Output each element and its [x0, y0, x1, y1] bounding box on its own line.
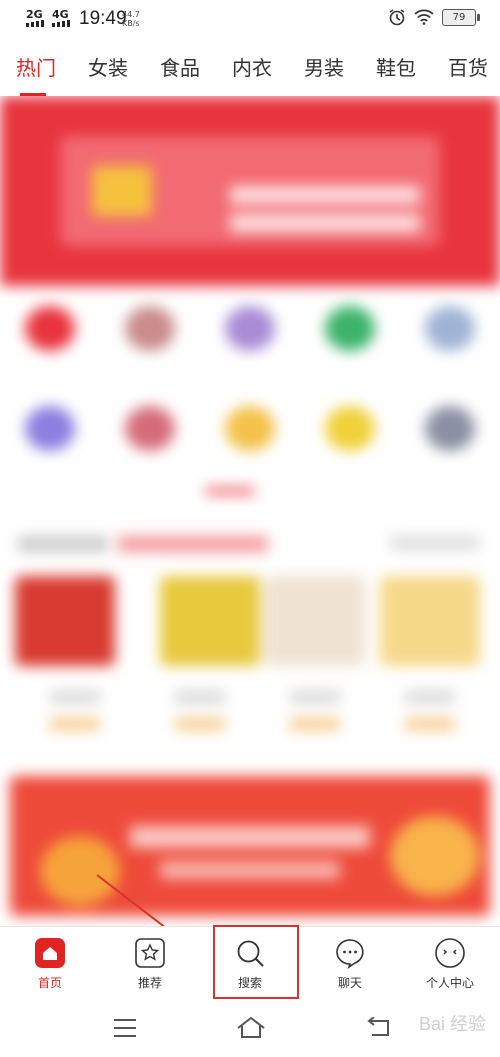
home-nav-icon[interactable]: [236, 1016, 266, 1038]
chat-bubble-icon: [334, 937, 366, 969]
tab-hot[interactable]: 热门: [0, 48, 72, 96]
menu-icon[interactable]: [113, 1018, 137, 1038]
wifi-icon: [414, 9, 434, 25]
status-bar: 2G 4G 19:49 44.7 KB/s 79: [0, 0, 500, 40]
battery-icon: 79: [442, 8, 480, 26]
tab-bags[interactable]: 鞋包: [360, 48, 432, 96]
nav-profile[interactable]: 个人中心: [410, 937, 490, 991]
network-speed: 44.7 KB/s: [122, 10, 140, 28]
nav-home[interactable]: 首页: [10, 937, 90, 991]
nav-profile-label: 个人中心: [425, 976, 474, 990]
profile-icon: [434, 937, 466, 969]
tab-women[interactable]: 女装: [72, 48, 144, 96]
watermark: Bai 经验: [418, 1014, 486, 1034]
signal-icon: [26, 20, 44, 27]
annotation-highlight-box: [213, 925, 299, 999]
network-speed-value: 44.7: [122, 10, 140, 19]
nav-chat[interactable]: 聊天: [310, 937, 390, 991]
category-icon-grid: [0, 296, 500, 496]
tab-food[interactable]: 食品: [144, 48, 216, 96]
tab-men[interactable]: 男装: [288, 48, 360, 96]
promo-banner-bottom[interactable]: [10, 776, 490, 916]
alarm-icon: [389, 9, 405, 26]
category-tabs: 热门 女装 食品 内衣 男装 鞋包 百货: [0, 48, 500, 96]
back-icon[interactable]: [366, 1017, 392, 1037]
promo-banner[interactable]: [0, 96, 500, 286]
system-icons: 79: [388, 8, 480, 26]
nav-recommend-label: 推荐: [137, 976, 162, 990]
clock: 19:49: [79, 8, 127, 29]
signal-icon: [52, 20, 70, 27]
nav-recommend[interactable]: 推荐: [110, 937, 190, 991]
blurred-feed: [0, 96, 500, 926]
home-icon: [34, 937, 66, 969]
nav-chat-label: 聊天: [337, 976, 362, 990]
star-icon: [134, 937, 166, 969]
nav-home-label: 首页: [37, 976, 62, 990]
network-speed-unit: KB/s: [122, 19, 140, 28]
tab-general[interactable]: 百货: [432, 48, 500, 96]
tab-underwear[interactable]: 内衣: [216, 48, 288, 96]
feed-content: [0, 96, 500, 926]
